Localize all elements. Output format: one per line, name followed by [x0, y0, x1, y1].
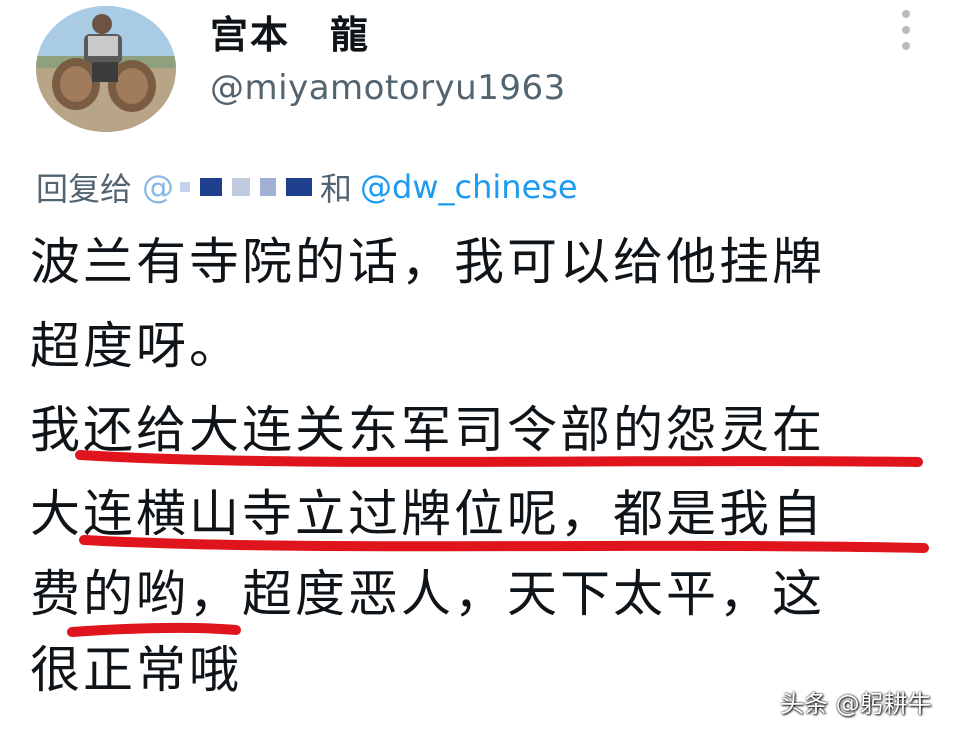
- post-text-line-4: 大连横山寺立过牌位呢，都是我自: [30, 485, 825, 543]
- post-text-line-3: 我还给大连关东军司令部的怨灵在: [30, 401, 825, 459]
- reply-mention-redacted-start[interactable]: @: [142, 168, 174, 206]
- source-watermark: 头条 @躬耕牛: [780, 690, 932, 718]
- post-text-line-5: 费的哟，超度恶人，天下太平，这: [30, 565, 825, 623]
- ellipsis-dot: [902, 26, 910, 34]
- reply-mention-dw-chinese[interactable]: @dw_chinese: [360, 168, 578, 206]
- post-text-line-1: 波兰有寺院的话，我可以给他挂牌: [30, 233, 825, 291]
- ellipsis-dot: [902, 42, 910, 50]
- reply-conjunction: 和: [320, 170, 353, 208]
- redacted-mention-bar: [180, 178, 313, 196]
- post-text-line-2: 超度呀。: [30, 317, 242, 375]
- red-underline-3: [67, 622, 241, 637]
- replying-to-line: 回复给 @ 和 @dw_chinese: [36, 164, 578, 210]
- post-text-line-6: 很正常哦: [30, 641, 242, 699]
- author-display-name[interactable]: 宫本 龍: [210, 4, 370, 59]
- avatar-photo: [36, 6, 176, 132]
- tweet-card: 宫本 龍 @miyamotoryu1963 回复给 @ 和 @dw_chines…: [0, 0, 960, 730]
- author-handle[interactable]: @miyamotoryu1963: [210, 68, 566, 108]
- avatar[interactable]: [36, 6, 176, 132]
- vertical-ellipsis-icon[interactable]: [896, 10, 916, 50]
- reply-prefix: 回复给: [36, 170, 133, 208]
- ellipsis-dot: [902, 10, 910, 18]
